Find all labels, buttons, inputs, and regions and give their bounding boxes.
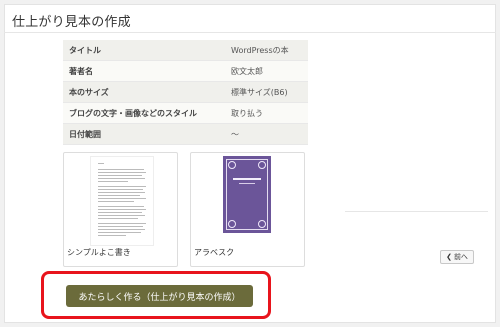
row-value: 〜: [225, 123, 308, 145]
page-title: 仕上がり見本の作成: [12, 15, 131, 30]
prev-button[interactable]: ❮ 前へ: [440, 250, 474, 264]
purple-cover-thumbnail: [223, 156, 271, 233]
divider: [345, 211, 488, 212]
title-divider: [4, 32, 496, 33]
row-label: 著者名: [63, 60, 225, 82]
table-row: 日付範囲 〜: [63, 123, 308, 145]
table-row: 本のサイズ 標準サイズ(B6): [63, 81, 308, 103]
create-new-button[interactable]: あたらしく作る（仕上がり見本の作成）: [66, 285, 253, 307]
template-name: アラベスク: [194, 248, 235, 257]
table-row: タイトル WordPressの本: [63, 40, 308, 61]
chevron-left-icon: ❮: [446, 253, 452, 261]
table-row: ブログの文字・画像などのスタイル 取り払う: [63, 102, 308, 124]
book-info-table: タイトル WordPressの本 著者名 欧文太郎 本のサイズ 標準サイズ(B6…: [63, 40, 308, 145]
document-thumbnail: [90, 156, 154, 246]
prev-label: 前へ: [453, 253, 468, 261]
table-row: 著者名 欧文太郎: [63, 60, 308, 82]
row-value: 標準サイズ(B6): [225, 81, 308, 103]
row-label: 日付範囲: [63, 123, 225, 145]
template-name: シンプルよこ書き: [67, 248, 131, 257]
row-value: 取り払う: [225, 102, 308, 124]
row-label: ブログの文字・画像などのスタイル: [63, 102, 225, 124]
template-card-simple[interactable]: シンプルよこ書き: [63, 152, 178, 267]
row-value: WordPressの本: [225, 40, 308, 61]
row-label: タイトル: [63, 40, 225, 61]
row-label: 本のサイズ: [63, 81, 225, 103]
template-card-arabesque[interactable]: アラベスク: [190, 152, 305, 267]
row-value: 欧文太郎: [225, 60, 308, 82]
